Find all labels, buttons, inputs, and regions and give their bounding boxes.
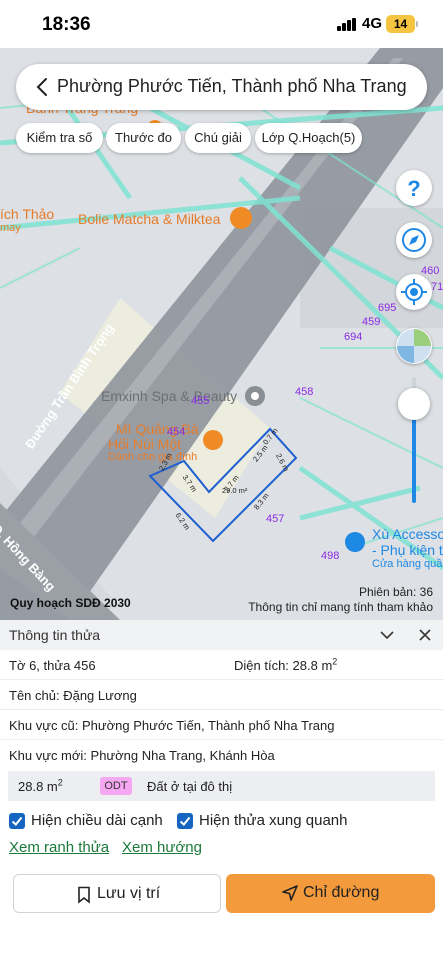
network-type: 4G — [362, 15, 383, 32]
battery-icon: 14 — [386, 15, 415, 33]
checkmark-icon — [179, 816, 191, 826]
help-button[interactable]: ? — [396, 170, 432, 206]
question-icon: ? — [407, 176, 420, 201]
parcel-number: 71 — [431, 281, 443, 293]
my-location-button[interactable] — [396, 274, 432, 310]
compass-icon — [402, 228, 426, 252]
save-location-label: Lưu vị trí — [97, 885, 161, 902]
parcel-number: 695 — [378, 302, 397, 314]
land-use-description: Đất ở tại đô thị — [147, 779, 233, 794]
land-use-code-badge: ODT — [100, 777, 132, 795]
parcel-number: 454 — [167, 426, 186, 438]
status-time: 18:36 — [42, 14, 91, 35]
directions-label: Chỉ đường — [303, 884, 380, 901]
info-row: Tên chủ: Đặng Lương — [0, 680, 443, 710]
parcel-number: 455 — [191, 395, 210, 407]
save-location-button[interactable]: Lưu vị trí — [13, 874, 221, 913]
parcel-number: 694 — [344, 331, 363, 343]
panel-title: Thông tin thửa — [9, 627, 101, 643]
show-neighbors-checkbox[interactable] — [177, 813, 193, 829]
info-row: Khu vực mới: Phường Nha Trang, Khánh Hòa — [0, 740, 443, 770]
poi-label[interactable]: Emxinh Spa & Beauty — [101, 388, 237, 404]
poi-label[interactable]: Hối Núi Một — [108, 436, 181, 452]
chevron-down-icon[interactable] — [379, 628, 395, 642]
parcel-number: 457 — [266, 513, 285, 525]
old-area: Khu vực cũ: Phường Phước Tiến, Thành phố… — [9, 718, 335, 733]
poi-sublabel: Cửa hàng quần — [372, 558, 443, 570]
poi-label[interactable]: Mì Quảng Bà — [116, 421, 199, 437]
back-arrow-icon[interactable] — [28, 72, 58, 102]
chip-measure[interactable]: Thước đo — [106, 123, 181, 153]
view-direction-link[interactable]: Xem hướng — [122, 839, 202, 856]
svg-text:?: ? — [407, 176, 420, 201]
location-title: Phường Phước Tiến, Thành phố Nha Trang — [57, 76, 407, 96]
navigation-icon — [282, 885, 298, 901]
poi-label[interactable]: Xù Accesso — [372, 526, 443, 542]
owner-name: Tên chủ: Đặng Lương — [9, 688, 137, 703]
status-bar: 18:36 4G 14 — [0, 0, 443, 48]
zoom-slider-handle[interactable] — [398, 388, 430, 420]
disclaimer-label: Thông tin chỉ mang tính tham khảo — [248, 600, 433, 614]
land-use-row: 28.8 m2 ODT Đất ở tại đô thị — [8, 771, 435, 801]
poi-label[interactable]: ích Thảo — [0, 206, 54, 222]
directions-button[interactable]: Chỉ đường — [226, 874, 435, 913]
planning-watermark: Quy hoạch SDĐ 2030 — [10, 596, 131, 610]
globe-layer-icon — [397, 329, 431, 363]
parcel-number: 459 — [362, 316, 381, 328]
sheet-parcel: Tờ 6, thửa 456 — [9, 658, 96, 673]
show-lengths-checkbox[interactable] — [9, 813, 25, 829]
signal-icon — [337, 18, 357, 31]
checkmark-icon — [11, 816, 23, 826]
show-neighbors-label[interactable]: Hiện thửa xung quanh — [199, 812, 347, 829]
parcel-number: 458 — [295, 386, 314, 398]
bookmark-icon — [78, 886, 90, 904]
locate-icon — [401, 279, 427, 305]
view-boundary-link[interactable]: Xem ranh thửa — [9, 839, 109, 856]
chip-check-number[interactable]: Kiểm tra số — [16, 123, 103, 153]
chip-legend[interactable]: Chú giải — [185, 123, 251, 153]
parcel-area-label: 29.0 m² — [222, 486, 248, 495]
compass-button[interactable] — [396, 222, 432, 258]
poi-label[interactable]: - Phụ kiện t — [372, 542, 443, 558]
parcel-info-panel: Thông tin thửa Tờ 6, thửa 456 Diện tích:… — [0, 620, 443, 959]
new-area: Khu vực mới: Phường Nha Trang, Khánh Hòa — [9, 748, 275, 763]
info-row: Khu vực cũ: Phường Phước Tiến, Thành phố… — [0, 710, 443, 740]
location-bar[interactable]: Phường Phước Tiến, Thành phố Nha Trang — [16, 64, 427, 110]
info-row: Tờ 6, thửa 456 Diện tích: 28.8 m2 — [0, 650, 443, 680]
map-type-button[interactable] — [396, 328, 432, 364]
panel-header: Thông tin thửa — [0, 620, 443, 650]
close-icon[interactable] — [417, 627, 433, 643]
parcel-number: 498 — [321, 550, 340, 562]
area-value: Diện tích: 28.8 m2 — [234, 656, 338, 673]
poi-sublabel: may — [0, 222, 21, 234]
chip-planning-layers[interactable]: Lớp Q.Hoạch(5) — [255, 123, 362, 153]
poi-sublabel: Dành cho gia đình — [108, 451, 198, 463]
map-view[interactable]: Bánh Tráng Trảng ích Thảo may Bolie Matc… — [0, 48, 443, 620]
poi-label[interactable]: Bolie Matcha & Milktea — [78, 211, 220, 227]
show-lengths-label[interactable]: Hiện chiều dài cạnh — [31, 812, 163, 829]
battery-cap — [416, 21, 418, 27]
land-use-area: 28.8 m2 — [18, 777, 63, 794]
version-label: Phiên bản: 36 — [358, 585, 433, 599]
